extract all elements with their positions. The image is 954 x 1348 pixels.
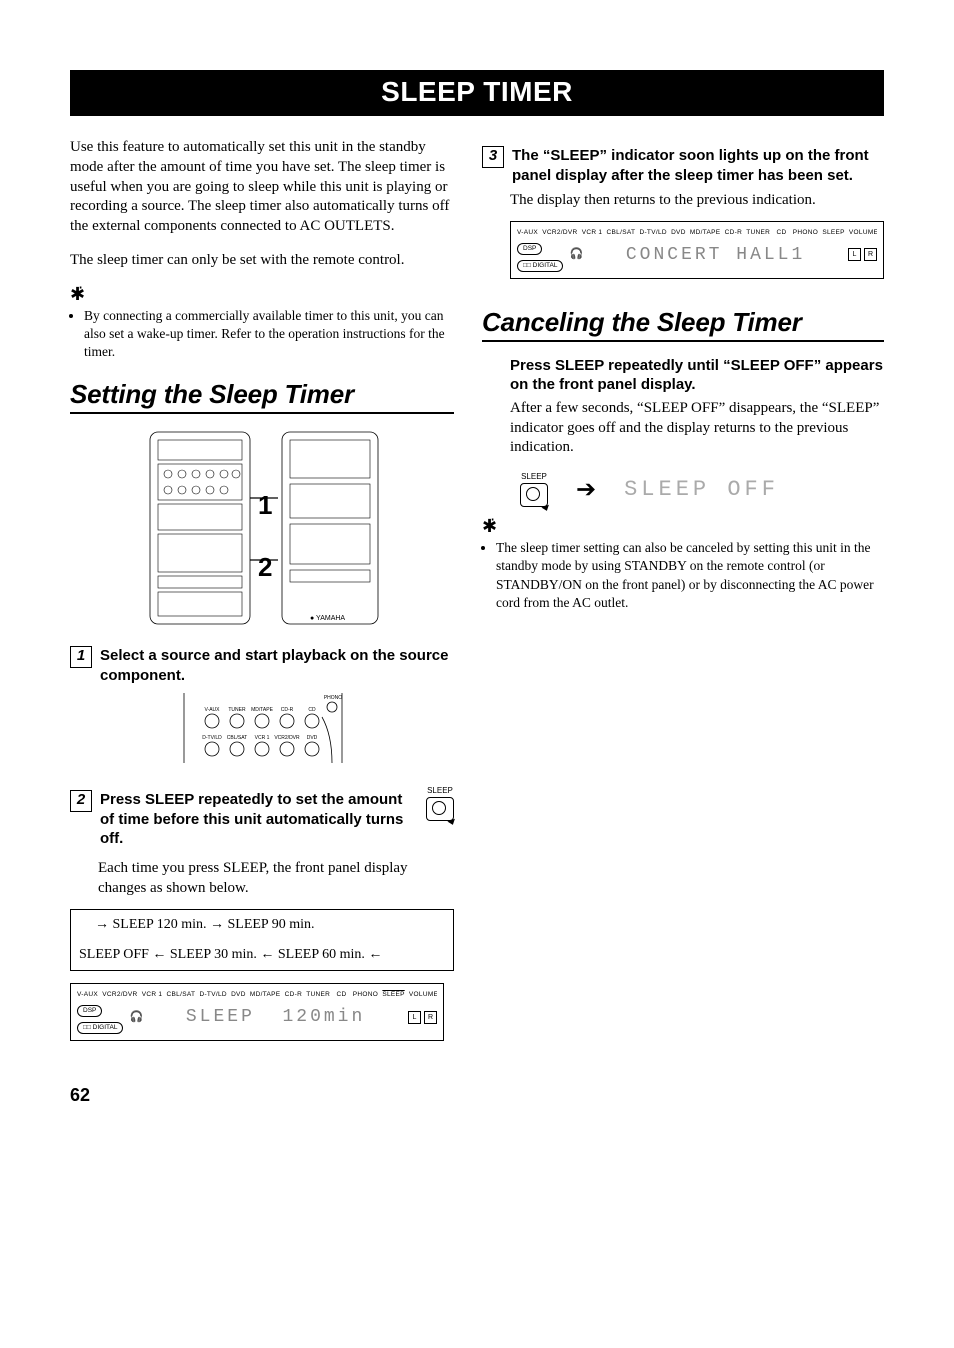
svg-text:CD-R: CD-R xyxy=(281,707,294,713)
lcd-digital-pill: □□ DIGITAL xyxy=(77,1022,123,1034)
sleep-button-icon xyxy=(520,483,548,507)
lcd-digital-pill: □□ DIGITAL xyxy=(517,260,563,272)
step-3-title: The “SLEEP” indicator soon lights up on … xyxy=(512,146,884,185)
step-3-body: The display then returns to the previous… xyxy=(510,191,884,211)
svg-text:V-AUX: V-AUX xyxy=(204,707,220,713)
step-2-title: Press SLEEP repeatedly to set the amount… xyxy=(100,790,406,849)
page-title: SLEEP TIMER xyxy=(70,70,884,116)
sleep-off-text: SLEEP OFF xyxy=(624,477,779,502)
section-heading-canceling: Canceling the Sleep Timer xyxy=(482,307,884,338)
step-1: 1 Select a source and start playback on … xyxy=(70,646,454,685)
lcd-panel-sleep: V-AUX VCR2/DVR VCR 1 CBL/SAT D-TV/LD DVD… xyxy=(70,983,444,1041)
tip-item: By connecting a commercially available t… xyxy=(84,307,454,362)
step-1-title: Select a source and start playback on th… xyxy=(100,646,454,685)
figure-callout-1: 1 xyxy=(258,490,272,521)
sleep-button-label: SLEEP xyxy=(520,472,548,481)
svg-text:TUNER: TUNER xyxy=(228,707,246,713)
tip-icon: ✱̇ xyxy=(482,517,497,535)
sleep-seq-row-2: SLEEP OFF ← SLEEP 30 min. ← SLEEP 60 min… xyxy=(70,940,454,971)
lcd-dsp-pill: DSP xyxy=(77,1005,102,1017)
step-2-body: Each time you press SLEEP, the front pan… xyxy=(98,859,454,899)
sleep-button-label: SLEEP xyxy=(426,786,454,795)
tip-list: The sleep timer setting can also be canc… xyxy=(482,539,884,612)
source-selector-diagram: V-AUX TUNER MD/TAPE CD-R CD PHONO D-TV/LD CBL/… xyxy=(70,693,454,768)
section-rule xyxy=(70,412,454,414)
svg-text:VCR2/DVR: VCR2/DVR xyxy=(274,735,300,741)
svg-text:D-TV/LD: D-TV/LD xyxy=(202,735,222,741)
svg-text:VCR 1: VCR 1 xyxy=(255,735,270,741)
svg-text:PHONO: PHONO xyxy=(324,695,342,701)
lcd-source-row: V-AUX VCR2/DVR VCR 1 CBL/SAT D-TV/LD DVD… xyxy=(517,226,877,236)
sleep-seq-row-1: → SLEEP 120 min. → SLEEP 90 min. xyxy=(70,909,454,940)
section-heading-setting: Setting the Sleep Timer xyxy=(70,379,454,410)
step-number-icon: 1 xyxy=(70,646,92,668)
figure-callout-2: 2 xyxy=(258,552,272,583)
remote-note: The sleep timer can only be set with the… xyxy=(70,251,454,271)
tip-item: The sleep timer setting can also be canc… xyxy=(496,539,884,612)
headphone-icon: 🎧 xyxy=(129,1012,143,1023)
lcd-source-row: V-AUX VCR2/DVR VCR 1 CBL/SAT D-TV/LD DVD… xyxy=(77,988,437,998)
svg-text:CBL/SAT: CBL/SAT xyxy=(227,735,247,741)
lcd-dsp-pill: DSP xyxy=(517,243,542,255)
sleep-off-row: SLEEP ➔ SLEEP OFF xyxy=(520,472,884,507)
arrow-icon: ➔ xyxy=(576,478,596,502)
headphone-icon: 🎧 xyxy=(569,249,583,260)
svg-text:● YAMAHA: ● YAMAHA xyxy=(310,615,345,622)
tip-list: By connecting a commercially available t… xyxy=(70,307,454,362)
step-number-icon: 3 xyxy=(482,146,504,168)
svg-text:CD: CD xyxy=(308,707,316,713)
svg-text:DVD: DVD xyxy=(307,735,318,741)
svg-text:MD/TAPE: MD/TAPE xyxy=(251,707,274,713)
page-number: 62 xyxy=(70,1085,884,1106)
lcd-lr-indicators: LR xyxy=(848,248,877,261)
cancel-step-body: After a few seconds, “SLEEP OFF” disappe… xyxy=(510,399,884,458)
tip-icon: ✱̇ xyxy=(70,285,85,303)
source-buttons-svg: V-AUX TUNER MD/TAPE CD-R CD PHONO D-TV/LD CBL/… xyxy=(172,693,352,763)
right-column: 3 The “SLEEP” indicator soon lights up o… xyxy=(482,138,884,1049)
step-number-icon: 2 xyxy=(70,790,92,812)
section-rule xyxy=(482,340,884,342)
left-column: Use this feature to automatically set th… xyxy=(70,138,454,1049)
cancel-step-title: Press SLEEP repeatedly until “SLEEP OFF”… xyxy=(510,356,884,395)
remote-outline-svg: ● YAMAHA xyxy=(132,428,392,628)
lcd-panel-concert: V-AUX VCR2/DVR VCR 1 CBL/SAT D-TV/LD DVD… xyxy=(510,221,884,279)
lcd-main-text: SLEEP 120min xyxy=(149,1007,402,1027)
sleep-button-icon xyxy=(426,797,454,821)
lcd-lr-indicators: LR xyxy=(408,1011,437,1024)
sleep-sequence-box: → SLEEP 120 min. → SLEEP 90 min. SLEEP O… xyxy=(70,909,454,972)
step-2: 2 Press SLEEP repeatedly to set the amou… xyxy=(70,790,406,849)
remote-figure: 1 2 xyxy=(132,428,392,628)
step-3: 3 The “SLEEP” indicator soon lights up o… xyxy=(482,146,884,185)
intro-paragraph: Use this feature to automatically set th… xyxy=(70,138,454,237)
lcd-main-text: CONCERT HALL1 xyxy=(589,245,842,265)
